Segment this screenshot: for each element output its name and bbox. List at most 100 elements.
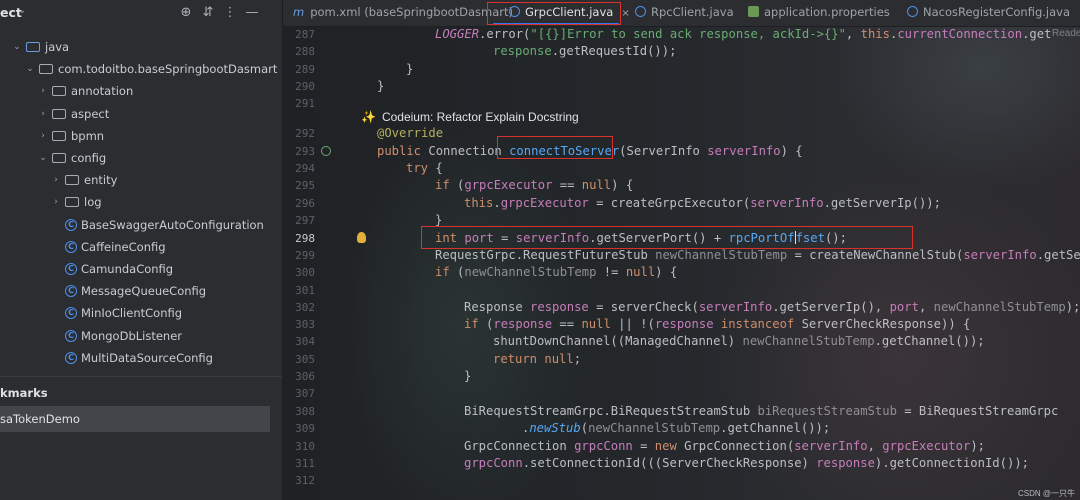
line-number: 303 (295, 318, 315, 331)
code-line: .newStub(newChannelStubTemp.getChannel()… (522, 421, 831, 435)
expand-collapse-icon[interactable]: ⇵ (197, 4, 219, 22)
tree-item-folder[interactable]: ⌄ config (0, 147, 282, 169)
tree-item-label: com.todoitbo.baseSpringbootDasmart (58, 62, 278, 77)
code-line: grpcConn.setConnectionId(((ServerCheckRe… (464, 456, 1029, 470)
tree-item-class[interactable]: C BaseSwaggerAutoConfiguration (0, 214, 282, 236)
tree-item-class[interactable]: C MessageQueueConfig (0, 280, 282, 302)
implementation-marker-icon[interactable] (321, 146, 331, 156)
tree-item-folder[interactable]: › log (0, 191, 282, 213)
code-line: response.getRequestId()); (493, 44, 677, 58)
class-icon: C (65, 285, 77, 298)
line-number: 290 (295, 80, 315, 93)
line-number: 309 (295, 422, 315, 435)
line-number: 304 (295, 335, 315, 348)
close-icon[interactable]: × (621, 8, 629, 19)
code-editor[interactable]: 287 288 289 290 291 292 293 294 295 296 297 298 299 3… (283, 27, 1080, 500)
chevron-down-icon[interactable]: ⌄ (11, 42, 23, 52)
editor-tabs: m pom.xml (baseSpringbootDasmart) GrpcCli… (283, 0, 1080, 27)
line-number: 291 (295, 97, 315, 110)
chevron-down-icon[interactable]: ⌄ (37, 153, 49, 163)
class-icon: C (65, 240, 77, 253)
tree-item-label: CamundaConfig (81, 261, 174, 276)
chevron-right-icon[interactable]: › (37, 109, 49, 119)
chevron-right-icon[interactable]: › (50, 197, 62, 207)
tree-item-folder[interactable]: ⌄ com.todoitbo.baseSpringbootDasmart (0, 58, 282, 80)
locate-icon[interactable]: ⊕ (175, 4, 197, 22)
line-number: 287 (295, 28, 315, 41)
tab-label: RpcClient.java (651, 5, 734, 19)
class-icon: C (65, 307, 77, 320)
chevron-right-icon[interactable]: › (37, 131, 49, 141)
class-icon (509, 6, 520, 17)
hide-panel-icon[interactable]: — (241, 4, 263, 22)
code-line: RequestGrpc.RequestFutureStub newChannel… (435, 248, 1080, 262)
tree-item-folder[interactable]: › annotation (0, 80, 282, 102)
code-line: public Connection connectToServer(Server… (377, 144, 803, 158)
tree-item-class[interactable]: C MinIoClientConfig (0, 302, 282, 324)
chevron-down-icon[interactable]: ⌄ (18, 5, 26, 16)
reader-mode-toggle[interactable]: Reader (1052, 28, 1080, 39)
tree-item-class[interactable]: C CaffeineConfig (0, 236, 282, 258)
folder-icon (39, 64, 53, 75)
tree-item-label: config (71, 151, 107, 166)
code-line: Response response = serverCheck(serverIn… (464, 300, 1080, 314)
line-number-gutter: 287 288 289 290 291 292 293 294 295 296 297 298 299 3… (283, 27, 338, 500)
tree-item-folder[interactable]: ⌄ java (0, 36, 282, 58)
class-icon: C (65, 218, 77, 231)
tab-pom-xml[interactable]: m pom.xml (baseSpringbootDasmart) (293, 0, 513, 26)
folder-icon (52, 86, 66, 97)
line-number: 298 (295, 232, 315, 245)
folder-icon (65, 175, 79, 186)
line-number: 299 (295, 249, 315, 262)
codeium-hint-text: Codeium: Refactor Explain Docstring (381, 110, 579, 124)
tree-item-class[interactable]: C MongoDbListener (0, 324, 282, 346)
tree-item-label: annotation (71, 84, 134, 99)
folder-icon (26, 42, 40, 53)
tree-item-label: log (84, 195, 102, 210)
code-line: LOGGER.error("[{}]Error to send ack resp… (435, 27, 1052, 41)
tree-item-class[interactable]: C CamundaConfig (0, 258, 282, 280)
line-number: 312 (295, 474, 315, 487)
sparkle-icon: ✨ (361, 110, 376, 124)
line-number: 306 (295, 370, 315, 383)
folder-icon (65, 197, 79, 208)
tree-item-label: MinIoClientConfig (81, 306, 183, 321)
tree-item-label: BaseSwaggerAutoConfiguration (81, 217, 264, 232)
chevron-right-icon[interactable]: › (50, 175, 62, 185)
line-number: 296 (295, 197, 315, 210)
tree-item-folder[interactable]: › aspect (0, 103, 282, 125)
tab-label: application.properties (764, 5, 890, 19)
class-icon: C (65, 351, 77, 364)
line-number: 310 (295, 440, 315, 453)
line-number: 302 (295, 301, 315, 314)
project-sidebar: ect ⌄ ⊕ ⇵ ⋮ — ⌄ java ⌄ com.todoitbo.baseSpr… (0, 0, 283, 500)
tab-nacosregisterconfig-java[interactable]: NacosRegisterConfig.java (907, 0, 1070, 26)
class-icon: C (65, 329, 77, 342)
code-line: } (435, 213, 443, 227)
line-number: 311 (295, 457, 315, 470)
lightbulb-icon[interactable] (357, 232, 366, 243)
maven-icon: m (293, 5, 305, 19)
codeium-inlay-hint[interactable]: ✨ Codeium: Refactor Explain Docstring (361, 110, 579, 124)
tab-label: pom.xml (baseSpringbootDasmart) (310, 5, 514, 19)
chevron-right-icon[interactable]: › (37, 86, 49, 96)
bookmark-item-label: saTokenDemo (0, 412, 80, 426)
tree-item-folder[interactable]: › entity (0, 169, 282, 191)
line-number: 301 (295, 284, 315, 297)
code-line: return null; (493, 352, 582, 366)
tree-item-folder[interactable]: › bpmn (0, 125, 282, 147)
bookmark-item[interactable]: saTokenDemo (0, 406, 270, 432)
tree-item-class[interactable]: C MultiDataSourceConfig (0, 347, 282, 369)
chevron-down-icon[interactable]: ⌄ (24, 64, 36, 74)
tab-rpcclient-java[interactable]: RpcClient.java (635, 0, 734, 26)
class-icon (635, 6, 646, 17)
folder-icon (52, 153, 66, 164)
folder-icon (52, 130, 66, 141)
line-number: 308 (295, 405, 315, 418)
line-number: 307 (295, 387, 315, 400)
code-line: } (464, 369, 472, 383)
tab-grpcclient-java[interactable]: GrpcClient.java × (493, 0, 630, 26)
more-options-icon[interactable]: ⋮ (219, 4, 241, 22)
tab-application-properties[interactable]: application.properties (748, 0, 890, 26)
tree-item-label: java (45, 40, 70, 55)
